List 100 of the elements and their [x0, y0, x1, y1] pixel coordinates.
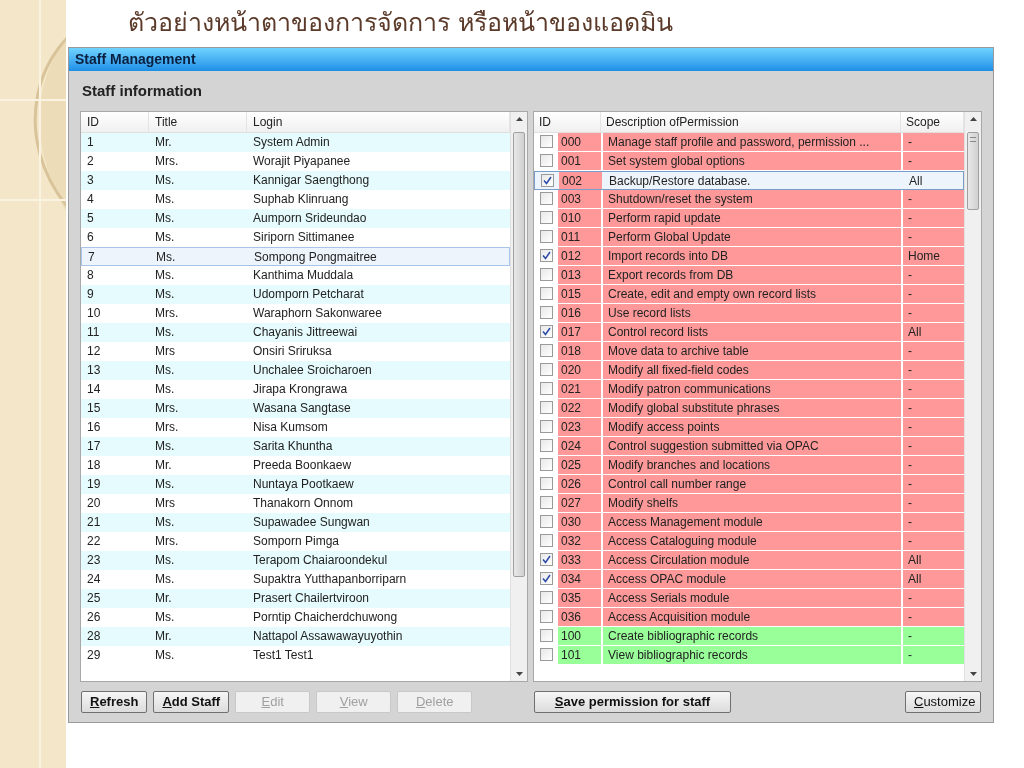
table-row[interactable]: 021 Modify patron communications - [534, 379, 964, 399]
table-cell-text: 16 [86, 418, 102, 436]
table-row[interactable]: 030 Access Management module - [534, 512, 964, 532]
table-cell-text: 18 [86, 456, 102, 474]
checkbox[interactable] [539, 496, 553, 509]
table-cell-text: Wasana Sangtase [252, 399, 352, 417]
checkbox[interactable] [539, 591, 553, 604]
checkbox[interactable] [540, 173, 554, 187]
table-cell-text: Preeda Boonkaew [252, 456, 353, 474]
table-row[interactable]: 011 Perform Global Update - [534, 227, 964, 247]
table-row[interactable]: 018 Move data to archive table - [534, 341, 964, 361]
table-row[interactable]: 020 Modify all fixed-field codes - [534, 360, 964, 380]
action-button[interactable]: Save permission for staff [534, 690, 731, 713]
table-cell-text: Ms. [154, 608, 176, 626]
table-cell-text: 19 [86, 475, 102, 493]
checkbox[interactable] [539, 610, 553, 623]
check-icon [541, 327, 551, 336]
checkbox[interactable] [539, 211, 553, 224]
table-cell-text: Ms. [154, 646, 176, 664]
checkbox[interactable] [539, 572, 553, 585]
table-row[interactable]: 017 Control record lists All [534, 322, 964, 342]
table-cell-text: Sompong Pongmaitree [253, 248, 378, 265]
table-cell-text: Ms. [154, 570, 176, 588]
table-cell-text: Unchalee Sroicharoen [252, 361, 373, 379]
table-row[interactable]: 012 Import records into DB Home [534, 246, 964, 266]
table-cell-text: All [908, 172, 924, 189]
table-row[interactable]: 026 Control call number range - [534, 474, 964, 494]
table-cell-text: Udomporn Petcharat [252, 285, 365, 303]
table-row[interactable]: 025 Modify branches and locations - [534, 455, 964, 475]
table-cell-text: Kannigar Saengthong [252, 171, 371, 189]
column-header[interactable]: Title [149, 111, 247, 132]
table-cell-text: 17 [86, 437, 102, 455]
scroll-up-icon[interactable] [969, 116, 977, 121]
table-cell-text: Mr. [154, 589, 173, 607]
scroll-down-icon[interactable] [969, 671, 977, 676]
table-row[interactable]: 024 Control suggestion submitted via OPAC - [534, 436, 964, 456]
checkbox[interactable] [539, 192, 553, 205]
action-button[interactable]: Add Staff [153, 690, 230, 713]
checkbox[interactable] [539, 306, 553, 319]
checkbox[interactable] [539, 401, 553, 414]
table-cell-text: 3 [86, 171, 95, 189]
window-title: Staff Management [69, 48, 993, 71]
checkbox[interactable] [539, 420, 553, 433]
checkbox[interactable] [539, 135, 553, 148]
table-row[interactable]: 001 Set system global options - [534, 151, 964, 171]
checkbox[interactable] [539, 534, 553, 547]
table-row[interactable]: 023 Modify access points - [534, 417, 964, 437]
checkbox[interactable] [539, 363, 553, 376]
checkbox[interactable] [539, 477, 553, 490]
checkbox[interactable] [539, 439, 553, 452]
table-cell-text: Ms. [154, 171, 176, 189]
table-row[interactable]: 003 Shutdown/reset the system - [534, 189, 964, 209]
checkbox[interactable] [539, 458, 553, 471]
table-row[interactable]: 036 Access Acquisition module - [534, 607, 964, 627]
checkbox[interactable] [539, 382, 553, 395]
checkbox[interactable] [539, 249, 553, 262]
checkbox[interactable] [539, 230, 553, 243]
checkbox[interactable] [539, 287, 553, 300]
table-cell-text: Mrs. [154, 152, 180, 170]
column-header[interactable]: ID [534, 111, 601, 132]
table-row[interactable]: 013 Export records from DB - [534, 265, 964, 285]
checkbox[interactable] [539, 648, 553, 661]
column-header[interactable]: Description ofPermission [601, 111, 901, 132]
table-row[interactable]: 101 View bibliographic records - [534, 645, 964, 665]
table-cell-text: Ms. [154, 475, 176, 493]
scroll-down-icon[interactable] [515, 671, 523, 676]
checkbox[interactable] [539, 268, 553, 281]
table-row[interactable]: 010 Perform rapid update - [534, 208, 964, 228]
checkbox[interactable] [539, 154, 553, 167]
action-button[interactable]: Refresh [81, 690, 148, 713]
checkbox[interactable] [539, 344, 553, 357]
table-cell-text: 21 [86, 513, 102, 531]
table-cell-text: Worajit Piyapanee [252, 152, 352, 170]
table-cell-text: Ms. [154, 323, 176, 341]
scrollbar[interactable] [964, 111, 981, 681]
table-row[interactable]: 015 Create, edit and empty own record lists - [534, 284, 964, 304]
table-cell-text: 6 [86, 228, 95, 246]
table-cell-text: Mrs [154, 342, 176, 360]
column-header[interactable]: ID [81, 111, 149, 132]
table-row[interactable]: 033 Access Circulation module All [534, 550, 964, 570]
scroll-up-icon[interactable] [515, 116, 523, 121]
checkbox[interactable] [539, 325, 553, 338]
checkbox[interactable] [539, 629, 553, 642]
table-cell-text: Porntip Chaicherdchuwong [252, 608, 399, 626]
table-row[interactable]: 100 Create bibliographic records - [534, 626, 964, 646]
table-row[interactable]: 016 Use record lists - [534, 303, 964, 323]
table-row[interactable]: 032 Access Cataloguing module - [534, 531, 964, 551]
checkbox[interactable] [539, 553, 553, 566]
table-cell-text: 20 [86, 494, 102, 512]
table-row[interactable]: 027 Modify shelfs - [534, 493, 964, 513]
table-row[interactable]: 022 Modify global substitute phrases - [534, 398, 964, 418]
scrollbar[interactable] [510, 111, 527, 681]
table-row[interactable]: 034 Access OPAC module All [534, 569, 964, 589]
check-icon [542, 175, 552, 185]
table-cell-text: 4 [86, 190, 95, 208]
table-cell-text: 25 [86, 589, 102, 607]
table-row[interactable]: 035 Access Serials module - [534, 588, 964, 608]
action-button[interactable]: Customize [905, 690, 981, 713]
checkbox[interactable] [539, 515, 553, 528]
table-row[interactable]: 000 Manage staff profile and password, permission ... - [534, 132, 964, 152]
